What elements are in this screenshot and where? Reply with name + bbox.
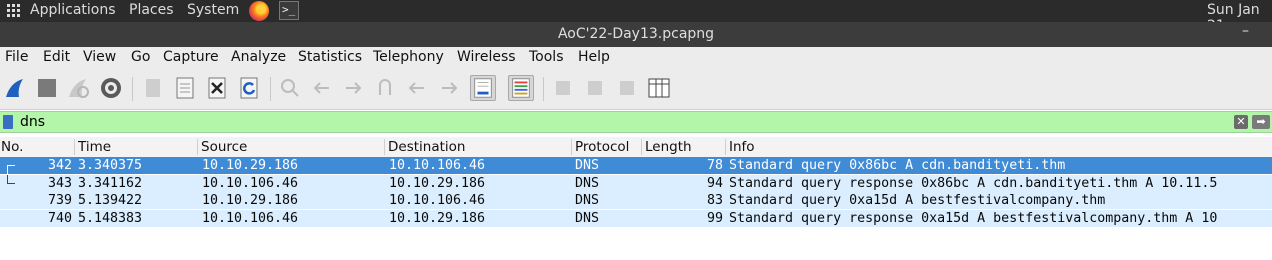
- packet-row[interactable]: 342 3.340375 10.10.29.186 10.10.106.46 D…: [0, 157, 1272, 174]
- packet-destination: 10.10.29.186: [389, 211, 486, 226]
- menu-go[interactable]: Go: [131, 49, 150, 65]
- toolbar-separator: [132, 77, 133, 101]
- packet-source: 10.10.29.186: [202, 193, 299, 208]
- packet-source: 10.10.106.46: [202, 211, 299, 226]
- column-header-length[interactable]: Length: [641, 139, 727, 155]
- packet-length: 99: [706, 211, 723, 226]
- packet-row[interactable]: 740 5.148383 10.10.106.46 10.10.29.186 D…: [0, 210, 1272, 227]
- column-header-source[interactable]: Source: [197, 139, 385, 155]
- window-title-bar: AoC'22-Day13.pcapng –: [0, 22, 1272, 47]
- start-capture-icon[interactable]: [3, 75, 29, 101]
- resize-columns-icon[interactable]: [646, 75, 672, 101]
- packet-time: 3.341162: [78, 176, 143, 191]
- last-packet-icon[interactable]: [436, 75, 462, 101]
- restart-capture-icon[interactable]: [66, 75, 92, 101]
- menu-telephony[interactable]: Telephony: [373, 49, 444, 65]
- packet-info: Standard query 0xa15d A bestfestivalcomp…: [729, 193, 1106, 208]
- filter-bookmark-icon[interactable]: [3, 115, 13, 129]
- window-title: AoC'22-Day13.pcapng: [557, 26, 715, 42]
- go-forward-icon[interactable]: [340, 75, 366, 101]
- go-back-icon[interactable]: [309, 75, 335, 101]
- packet-length: 78: [706, 158, 723, 173]
- packet-info: Standard query 0x86bc A cdn.bandityeti.t…: [729, 158, 1066, 173]
- packet-protocol: DNS: [575, 211, 600, 226]
- toolbar-separator: [270, 77, 271, 101]
- menu-view[interactable]: View: [83, 49, 116, 65]
- column-header-time[interactable]: Time: [74, 139, 198, 155]
- menu-wireless[interactable]: Wireless: [457, 49, 516, 65]
- packet-no: 342: [47, 158, 72, 173]
- toolbar-separator: [543, 77, 544, 101]
- menu-capture[interactable]: Capture: [163, 49, 219, 65]
- packet-time: 5.148383: [78, 211, 143, 226]
- firefox-icon[interactable]: [249, 1, 269, 21]
- packet-protocol: DNS: [575, 193, 600, 208]
- stop-capture-icon[interactable]: [34, 75, 60, 101]
- first-packet-icon[interactable]: [404, 75, 430, 101]
- column-header-destination[interactable]: Destination: [384, 139, 572, 155]
- column-header-no[interactable]: No.: [0, 139, 73, 155]
- save-file-icon[interactable]: [172, 75, 198, 101]
- places-menu[interactable]: Places: [129, 2, 174, 18]
- system-top-bar: Applications Places System >_ Sun Jan 21: [0, 0, 1272, 34]
- minimize-button[interactable]: –: [1242, 23, 1249, 39]
- packet-length: 83: [706, 193, 723, 208]
- applications-menu[interactable]: Applications: [30, 2, 116, 18]
- packet-source: 10.10.106.46: [202, 176, 299, 191]
- colorize-packets-icon[interactable]: [508, 75, 534, 101]
- menu-bar: File Edit View Go Capture Analyze Statis…: [0, 47, 1272, 69]
- close-file-icon[interactable]: [204, 75, 230, 101]
- menu-edit[interactable]: Edit: [43, 49, 70, 65]
- system-menu[interactable]: System: [187, 2, 239, 18]
- terminal-icon[interactable]: >_: [279, 1, 299, 20]
- open-file-icon[interactable]: [140, 75, 166, 101]
- packet-protocol: DNS: [575, 158, 600, 173]
- packet-destination: 10.10.106.46: [389, 158, 486, 173]
- packet-protocol: DNS: [575, 176, 600, 191]
- go-to-packet-icon[interactable]: [372, 75, 398, 101]
- packet-list-header: No. Time Source Destination Protocol Len…: [0, 137, 1272, 158]
- main-toolbar: [0, 69, 1272, 110]
- packet-length: 94: [706, 176, 723, 191]
- packet-source: 10.10.29.186: [202, 158, 299, 173]
- packet-row[interactable]: 739 5.139422 10.10.29.186 10.10.106.46 D…: [0, 192, 1272, 209]
- menu-file[interactable]: File: [5, 49, 28, 65]
- normal-size-icon[interactable]: [614, 75, 640, 101]
- packet-time: 3.340375: [78, 158, 143, 173]
- zoom-in-icon[interactable]: [550, 75, 576, 101]
- packet-time: 5.139422: [78, 193, 143, 208]
- packet-destination: 10.10.29.186: [389, 176, 486, 191]
- menu-tools[interactable]: Tools: [529, 49, 564, 65]
- packet-destination: 10.10.106.46: [389, 193, 486, 208]
- find-packet-icon[interactable]: [277, 75, 303, 101]
- column-header-protocol[interactable]: Protocol: [571, 139, 643, 155]
- display-filter-input[interactable]: [18, 113, 1232, 131]
- menu-help[interactable]: Help: [578, 49, 610, 65]
- menu-statistics[interactable]: Statistics: [298, 49, 362, 65]
- packet-no: 740: [47, 211, 72, 226]
- packet-no: 343: [47, 176, 72, 191]
- reload-file-icon[interactable]: [236, 75, 262, 101]
- apply-filter-icon[interactable]: ➡: [1252, 115, 1270, 129]
- packet-info: Standard query response 0x86bc A cdn.ban…: [729, 176, 1218, 191]
- apps-grid-icon[interactable]: [7, 4, 21, 18]
- display-filter-bar: ✕ ➡: [0, 111, 1272, 133]
- zoom-out-icon[interactable]: [582, 75, 608, 101]
- menu-analyze[interactable]: Analyze: [231, 49, 286, 65]
- packet-no: 739: [47, 193, 72, 208]
- clear-filter-icon[interactable]: ✕: [1234, 115, 1248, 129]
- packet-info: Standard query response 0xa15d A bestfes…: [729, 211, 1218, 226]
- auto-scroll-icon[interactable]: [470, 75, 496, 101]
- capture-options-gear-icon[interactable]: [98, 75, 124, 101]
- packet-row[interactable]: 343 3.341162 10.10.106.46 10.10.29.186 D…: [0, 175, 1272, 192]
- column-header-info[interactable]: Info: [725, 139, 1269, 155]
